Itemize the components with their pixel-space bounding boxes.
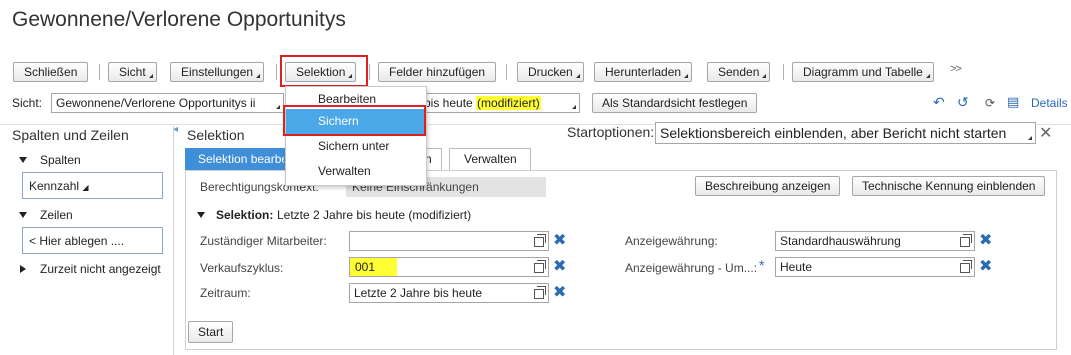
clear-currency-icon[interactable]: ✖ [979,233,992,249]
view-label: Sicht: [12,96,43,110]
value-help-icon[interactable] [960,234,972,247]
send-menu-label: Senden [718,65,760,79]
dropdown-icon: ◢ [82,183,89,192]
start-button[interactable]: Start [188,321,234,343]
view-menu-button[interactable]: Sicht [108,62,157,82]
add-fields-button[interactable]: Felder hinzufügen [378,62,497,82]
close-button[interactable]: Schließen [13,62,89,82]
download-menu-button[interactable]: Herunterladen [594,62,693,82]
expand-rows-icon[interactable] [19,212,27,218]
collapse-selection-icon[interactable] [197,212,205,218]
selection-section-header: Selektion [187,127,245,143]
print-menu-label: Drucken [528,65,573,79]
sales-cycle-value: 001 [350,258,397,276]
set-default-view-button[interactable]: Als Standardsicht festlegen [592,93,758,113]
employee-label: Zuständiger Mitarbeiter: [200,234,327,248]
clear-sales-cycle-icon[interactable]: ✖ [553,259,566,275]
undo-all-icon[interactable]: ↺ [957,95,969,109]
employee-input[interactable] [349,231,549,251]
period-label: Zeitraum: [200,286,251,300]
currency-conversion-input[interactable]: Heute [775,257,975,277]
selection-summary: Letzte 2 Jahre bis heute (modifiziert) [277,208,472,222]
selection-highlight-box [280,55,368,87]
view-menu-label: Sicht [119,65,146,79]
settings-menu-label: Einstellungen [181,65,254,79]
required-indicator: * [759,257,765,273]
selection-variant-prefix: bis heute [424,96,473,110]
expand-hidden-icon[interactable] [20,265,26,273]
view-select-value: Gewonnene/Verlorene Opportunitys ii [56,96,256,110]
pane-divider [173,126,174,355]
save-highlight-box [283,105,426,136]
menu-item-save-as[interactable]: Sichern unter [286,134,426,159]
dropdown-icon [148,74,153,78]
show-technical-id-button[interactable]: Technische Kennung einblenden [852,176,1046,196]
hidden-fields-label: Zurzeit nicht angezeigt [40,262,161,276]
toolbar-separator [369,64,370,80]
toolbar-separator [783,64,784,80]
undo-icon[interactable]: ↶ [933,95,945,109]
columns-drop-area[interactable]: Kennzahl ◢ [22,172,163,199]
page-title: Gewonnene/Verlorene Opportunitys [12,8,346,31]
dropdown-icon [1028,136,1032,140]
start-options-value: Selektionsbereich einblenden, aber Beric… [660,125,1007,141]
columns-label: Spalten [40,153,81,167]
rows-label: Zeilen [40,208,73,222]
dropdown-icon [762,74,767,78]
show-description-button[interactable]: Beschreibung anzeigen [695,176,841,196]
selection-dropdown-menu: Bearbeiten Sichern Sichern unter Verwalt… [285,86,427,186]
download-menu-label: Herunterladen [605,65,682,79]
clear-currency-conversion-icon[interactable]: ✖ [979,259,992,275]
period-input[interactable]: Letzte 2 Jahre bis heute [349,283,549,303]
selection-variant-highlight: (modifiziert) [476,96,541,110]
toolbar-separator [276,64,277,80]
details-icon[interactable]: ▤ [1007,95,1019,109]
value-help-icon[interactable] [534,234,546,247]
display-currency-input[interactable]: Standardhauswährung [775,231,975,251]
dropdown-icon [572,105,576,109]
refresh-icon[interactable]: ⟳ [985,96,995,110]
clear-employee-icon[interactable]: ✖ [553,233,566,249]
currency-conversion-label: Anzeigewährung - Um...: [625,261,758,275]
chart-table-menu-button[interactable]: Diagramm und Tabelle [792,62,934,82]
dropdown-icon [925,74,930,78]
print-menu-button[interactable]: Drucken [517,62,584,82]
selection-variant-select[interactable]: bis heute (modifiziert) [420,93,580,113]
start-options-label: Startoptionen: [567,124,655,140]
value-help-icon[interactable] [960,260,972,273]
toolbar-separator [506,64,507,80]
tab-edit-selection[interactable]: Selektion bearbe [185,148,285,170]
send-menu-button[interactable]: Senden [707,62,771,82]
dropdown-icon [276,105,280,109]
display-currency-label: Anzeigewährung: [625,234,718,248]
dropdown-icon [256,74,261,78]
dropdown-icon [684,74,689,78]
chart-table-menu-label: Diagramm und Tabelle [803,65,923,79]
view-select[interactable]: Gewonnene/Verlorene Opportunitys ii [51,93,284,113]
menu-item-manage[interactable]: Verwalten [286,159,426,184]
start-options-select[interactable]: Selektionsbereich einblenden, aber Beric… [655,122,1036,144]
toolbar-separator [99,64,100,80]
selection-title: Selektion: [216,208,274,222]
close-selection-icon[interactable]: ✕ [1039,123,1052,143]
value-help-icon[interactable] [534,286,546,299]
value-help-icon[interactable] [534,260,546,273]
sales-cycle-label: Verkaufszyklus: [200,261,284,275]
rows-drop-area[interactable]: < Hier ablegen .... [22,227,163,254]
dropdown-icon [575,74,580,78]
more-actions-icon[interactable]: >> [950,63,962,75]
tab-manage[interactable]: Verwalten [449,148,531,170]
clear-period-icon[interactable]: ✖ [553,285,566,301]
columns-rows-header: Spalten und Zeilen [12,127,129,143]
details-link[interactable]: Details [1031,96,1068,110]
expand-columns-icon[interactable] [19,157,27,163]
settings-menu-button[interactable]: Einstellungen [170,62,265,82]
columns-item-keyfigure[interactable]: Kennzahl [29,179,79,193]
